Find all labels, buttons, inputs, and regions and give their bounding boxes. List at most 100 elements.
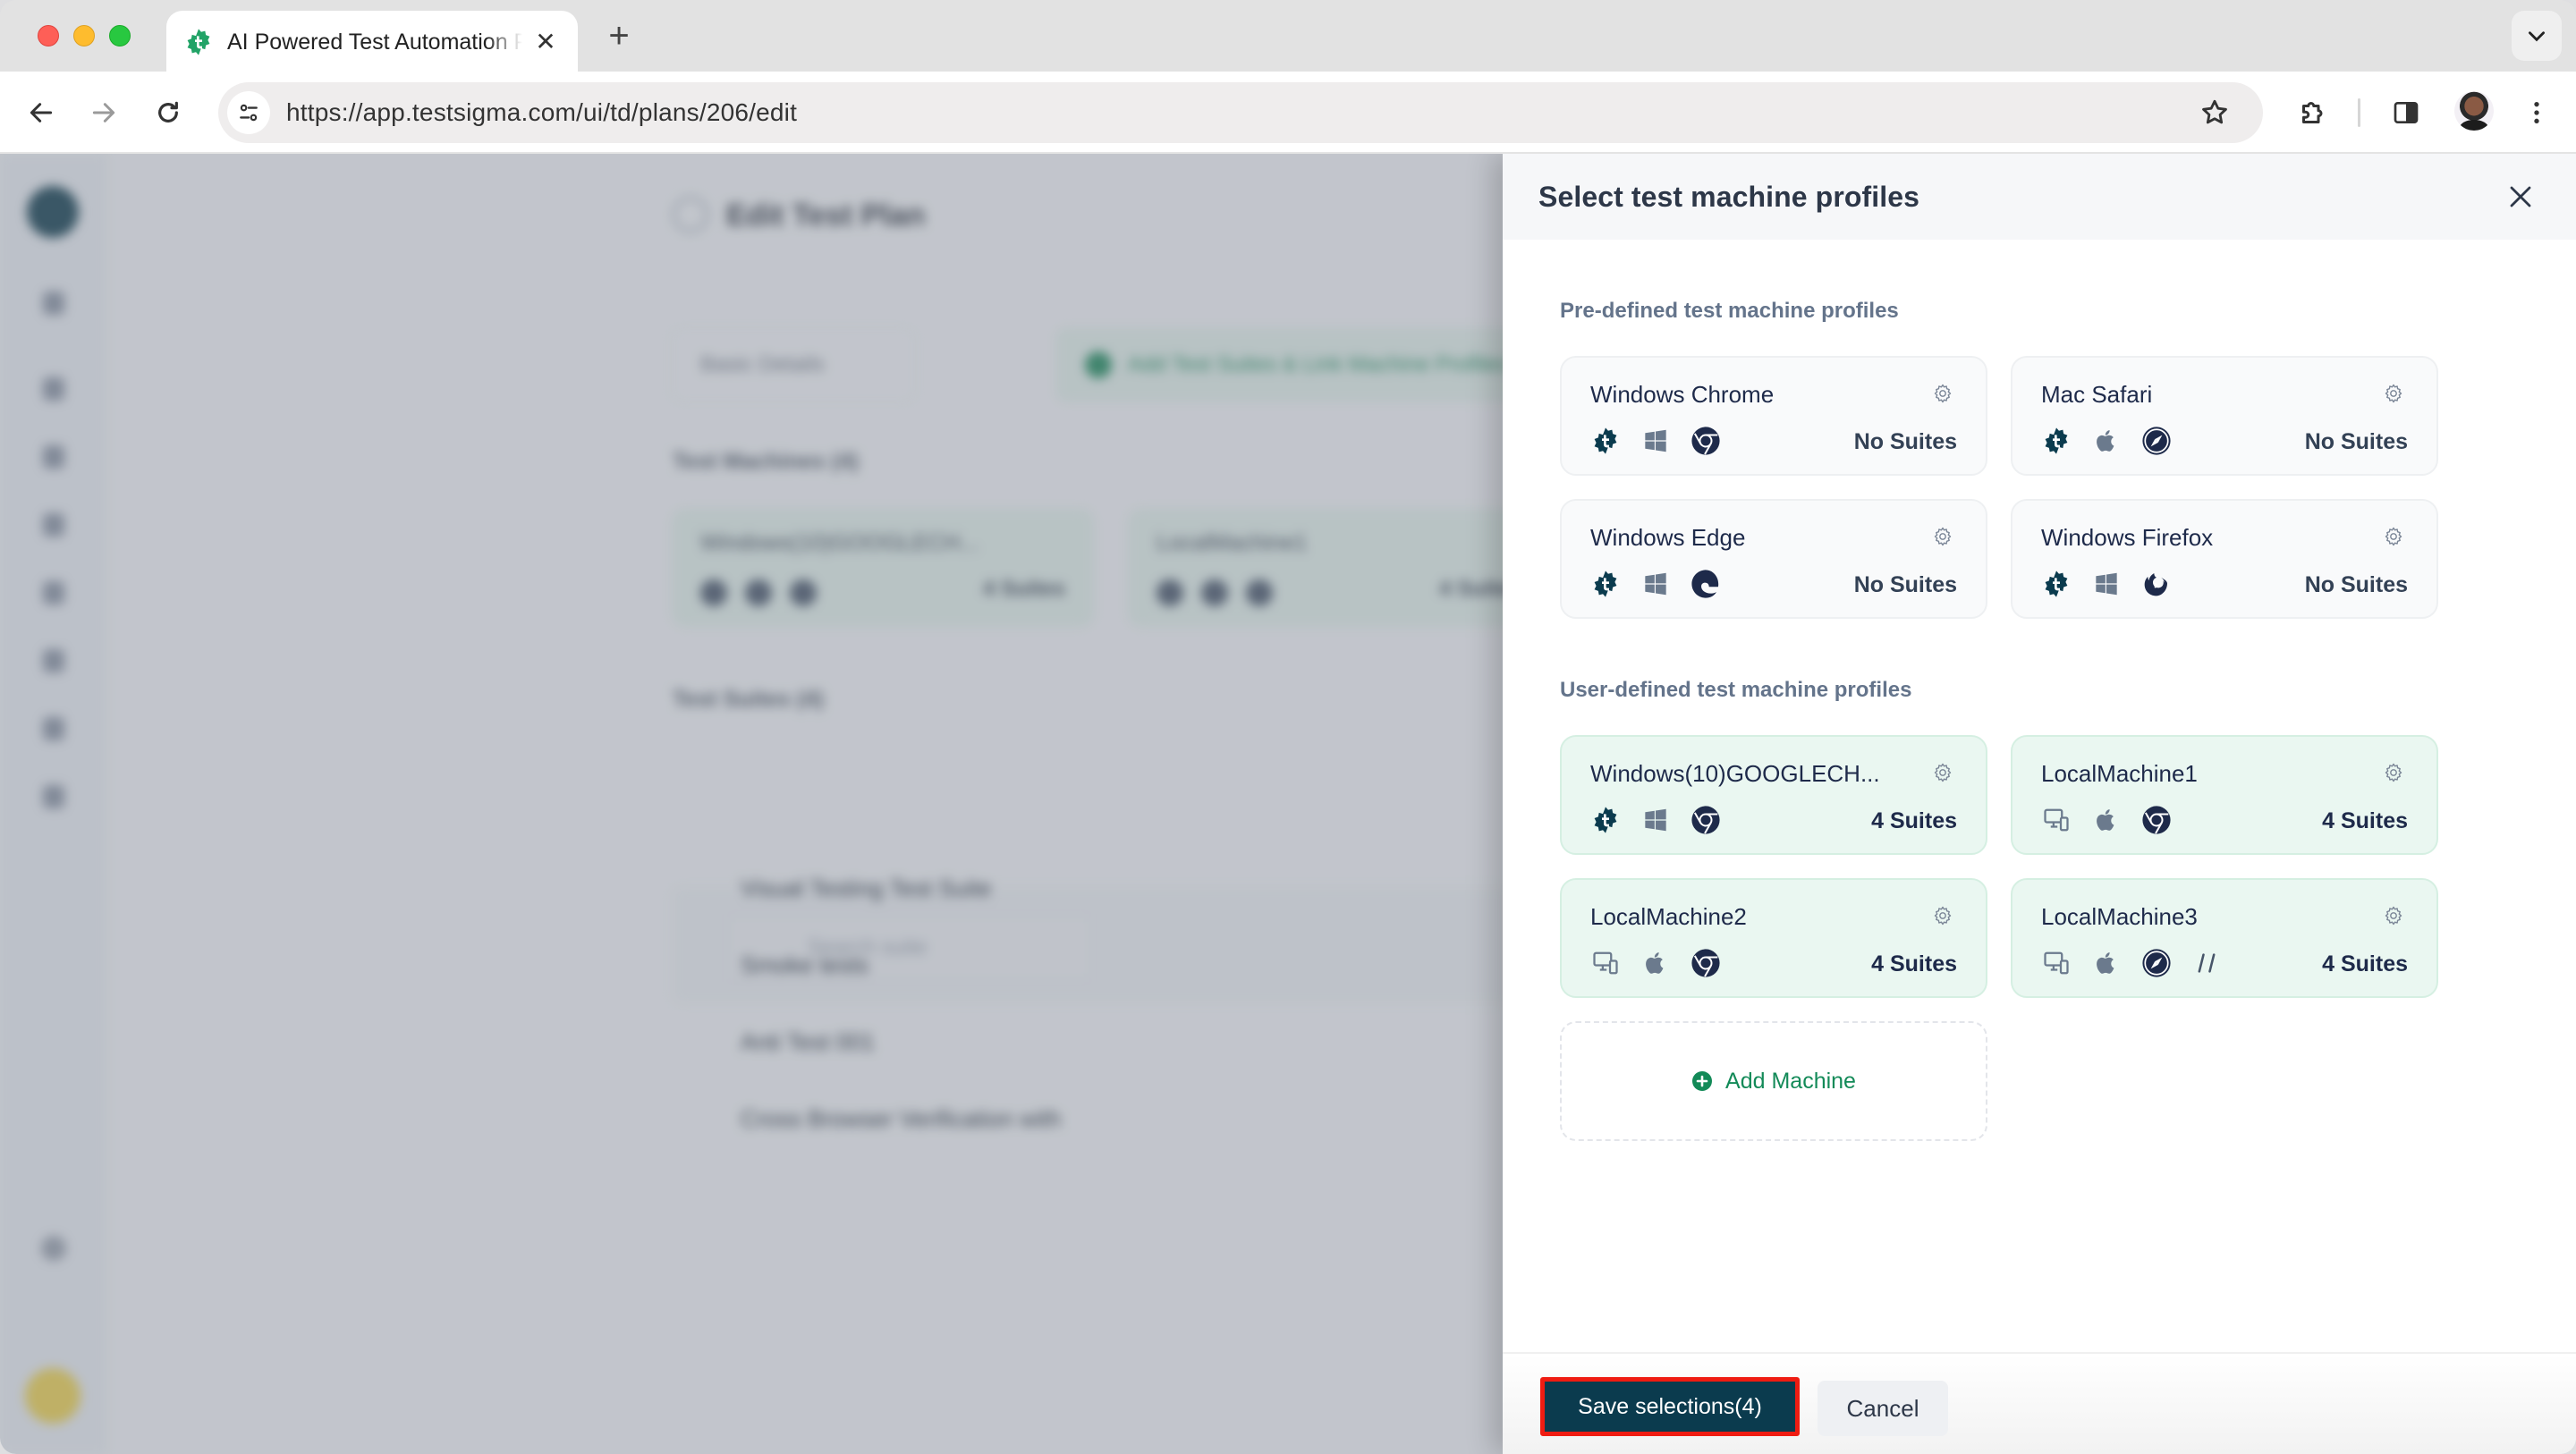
predefined-section-label: Pre-defined test machine profiles <box>1560 299 1899 323</box>
profile-name: LocalMachine3 <box>2041 903 2198 930</box>
chrome-icon <box>2141 805 2172 835</box>
machine-profile-card[interactable]: Mac Safari No Suites <box>2011 356 2438 476</box>
local-device-icon <box>1590 948 1621 978</box>
plus-circle-icon <box>1692 1071 1713 1091</box>
windows-icon <box>2091 569 2122 599</box>
site-info-icon[interactable] <box>227 91 270 134</box>
settings-gear-icon[interactable] <box>2383 905 2404 926</box>
machine-profile-card[interactable]: LocalMachine1 4 Suites <box>2011 735 2438 855</box>
drawer-title: Select test machine profiles <box>1538 181 1920 213</box>
profile-capability-icons <box>2041 426 2172 456</box>
windows-icon <box>1640 805 1671 835</box>
back-button[interactable] <box>20 91 63 134</box>
suite-count: 4 Suites <box>1871 951 1957 976</box>
close-icon <box>2510 186 2531 207</box>
tab-title: AI Powered Test Automation Platform <box>227 29 522 55</box>
profile-avatar[interactable] <box>2454 91 2494 131</box>
browser-tab-active[interactable]: AI Powered Test Automation Platform ✕ <box>166 11 578 73</box>
suite-count: No Suites <box>2304 572 2408 597</box>
new-tab-button[interactable]: + <box>599 16 639 55</box>
window-maximize-button[interactable] <box>109 25 131 46</box>
edge-icon <box>1690 569 1721 599</box>
suite-count: 4 Suites <box>1871 808 1957 833</box>
settings-gear-icon[interactable] <box>1932 905 1953 926</box>
settings-gear-icon[interactable] <box>1932 526 1953 547</box>
reload-icon <box>158 101 178 123</box>
testsigma-lab-icon <box>1590 805 1621 835</box>
chrome-icon <box>1690 426 1721 456</box>
browser-toolbar: https://app.testsigma.com/ui/td/plans/20… <box>0 72 2576 154</box>
testsigma-lab-icon <box>2041 569 2072 599</box>
suite-count: No Suites <box>1853 572 1957 597</box>
apple-icon <box>1640 948 1671 978</box>
more-menu-icon[interactable] <box>2515 91 2558 134</box>
suite-count: 4 Suites <box>2322 808 2408 833</box>
profile-capability-icons <box>1590 805 1721 835</box>
profile-name: Windows Edge <box>1590 524 1746 551</box>
machine-profile-card[interactable]: LocalMachine2 4 Suites <box>1560 878 1987 998</box>
forward-button[interactable] <box>82 91 125 134</box>
machine-profile-card[interactable]: Windows(10)GOOGLECH... 4 Suites <box>1560 735 1987 855</box>
testsigma-lab-icon <box>1590 426 1621 456</box>
local-device-icon <box>2041 805 2072 835</box>
profile-capability-icons <box>2041 569 2172 599</box>
window-close-button[interactable] <box>38 25 59 46</box>
settings-gear-icon[interactable] <box>1932 383 1953 404</box>
profile-name: Windows(10)GOOGLECH... <box>1590 760 1880 787</box>
extensions-icon[interactable] <box>2292 91 2334 134</box>
tab-close-icon[interactable]: ✕ <box>531 28 560 56</box>
suite-count: 4 Suites <box>2322 951 2408 976</box>
tab-search-dropdown[interactable] <box>2512 11 2562 61</box>
testsigma-logo-icon <box>187 29 210 55</box>
profile-capability-icons <box>1590 948 1721 978</box>
profile-name: LocalMachine1 <box>2041 760 2198 787</box>
profile-name: Windows Firefox <box>2041 524 2214 551</box>
add-machine-button[interactable]: Add Machine <box>1560 1021 1987 1141</box>
firefox-icon <box>2141 569 2172 599</box>
settings-gear-icon[interactable] <box>1932 762 1953 783</box>
profile-name: Windows Chrome <box>1590 381 1775 408</box>
toolbar-divider <box>2358 98 2360 127</box>
add-machine-label: Add Machine <box>1725 1068 1856 1094</box>
chevron-down-icon <box>2529 31 2545 42</box>
url-text[interactable]: https://app.testsigma.com/ui/td/plans/20… <box>286 98 797 127</box>
forward-arrow-icon <box>92 103 115 123</box>
suite-count: No Suites <box>1853 429 1957 454</box>
save-selections-button[interactable]: Save selections(4) <box>1540 1377 1800 1436</box>
browser-tab-strip: AI Powered Test Automation Platform ✕ + <box>0 0 2576 73</box>
testsigma-lab-icon <box>1590 569 1621 599</box>
side-panel-icon[interactable] <box>2385 91 2428 134</box>
bookmark-star-icon[interactable] <box>2193 91 2236 134</box>
machine-profile-card[interactable]: Windows Firefox No Suites <box>2011 499 2438 619</box>
back-arrow-icon <box>30 103 53 123</box>
drawer-footer: Save selections(4) Cancel <box>1503 1352 2576 1454</box>
address-bar[interactable]: https://app.testsigma.com/ui/td/plans/20… <box>218 82 2263 143</box>
parallel-slashes-icon <box>2191 948 2222 978</box>
drawer-header: Select test machine profiles <box>1503 154 2576 240</box>
userdefined-section-label: User-defined test machine profiles <box>1560 678 1912 702</box>
profile-capability-icons <box>1590 426 1721 456</box>
profile-capability-icons <box>1590 569 1721 599</box>
cancel-button[interactable]: Cancel <box>1818 1381 1948 1436</box>
reload-button[interactable] <box>147 91 190 134</box>
settings-gear-icon[interactable] <box>2383 526 2404 547</box>
machine-profile-card[interactable]: Windows Edge No Suites <box>1560 499 1987 619</box>
machine-profile-card[interactable]: LocalMachine3 4 Suites <box>2011 878 2438 998</box>
settings-gear-icon[interactable] <box>2383 383 2404 404</box>
apple-icon <box>2091 426 2122 456</box>
chrome-icon <box>1690 948 1721 978</box>
apple-icon <box>2091 948 2122 978</box>
app-viewport: Edit Test Plan Basic Details Add Test Su… <box>0 154 2576 1454</box>
window-minimize-button[interactable] <box>73 25 95 46</box>
local-device-icon <box>2041 948 2072 978</box>
close-button[interactable] <box>2501 177 2540 216</box>
windows-icon <box>1640 426 1671 456</box>
safari-icon <box>2141 948 2172 978</box>
settings-gear-icon[interactable] <box>2383 762 2404 783</box>
safari-icon <box>2141 426 2172 456</box>
machine-profile-card[interactable]: Windows Chrome No Suites <box>1560 356 1987 476</box>
windows-icon <box>1640 569 1671 599</box>
suite-count: No Suites <box>2304 429 2408 454</box>
profile-name: LocalMachine2 <box>1590 903 1747 930</box>
profile-capability-icons <box>2041 948 2222 978</box>
